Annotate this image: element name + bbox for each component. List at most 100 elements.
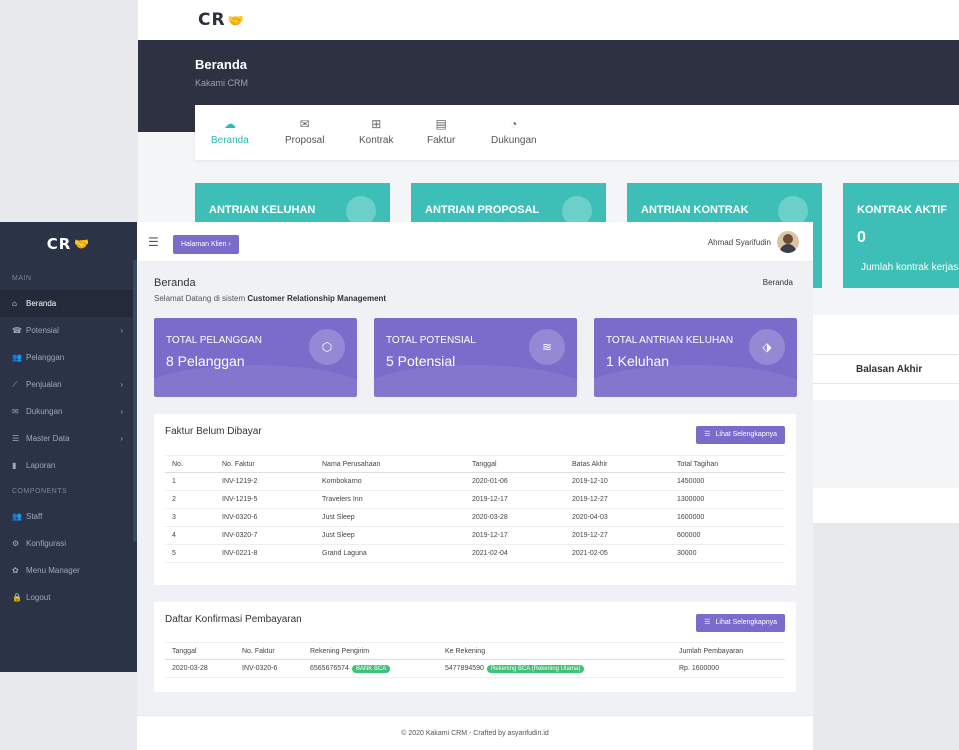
- sidebar-item-laporan[interactable]: ▮ Laporan: [0, 452, 137, 479]
- column-header: Jumlah Pembayaran: [672, 642, 785, 660]
- layers-icon: ≋: [529, 329, 565, 365]
- back-strip: [813, 488, 959, 523]
- view-more-invoices-button[interactable]: ☰ Lihat Selengkapnya: [696, 426, 785, 444]
- column-header: Total Tagihan: [670, 455, 785, 473]
- back-nav-kontrak[interactable]: ⊞ Kontrak: [359, 117, 393, 146]
- footer: © 2020 Kakami CRM - Crafted by asyarifud…: [137, 715, 813, 750]
- column-header: No. Faktur: [215, 455, 315, 473]
- table-cell: INV-0320-7: [215, 526, 315, 545]
- table-cell: 1: [165, 472, 215, 491]
- table-row[interactable]: 3 INV-0320-6 Just Sleep 2020-03-28 2020-04-0…: [165, 508, 785, 527]
- table-cell: 4: [165, 526, 215, 545]
- table-cell: 6565676574 BANK BCA: [303, 659, 438, 678]
- main-panel: ☰ Halaman Klien › Ahmad Syarifudin Beran…: [137, 222, 813, 750]
- lock-icon: 🔒: [12, 593, 22, 602]
- back-nav-faktur[interactable]: ▤ Faktur: [427, 117, 455, 146]
- contract-icon: ⊞: [371, 117, 382, 131]
- hamburger-menu-icon[interactable]: ☰: [148, 235, 159, 249]
- sidebar-item-beranda[interactable]: ⌂ Beranda: [0, 290, 137, 317]
- back-nav-beranda[interactable]: ☁ Beranda: [211, 117, 249, 146]
- sidebar-item-staff[interactable]: 👥 Staff: [0, 503, 137, 530]
- breadcrumb: Beranda: [762, 278, 793, 287]
- chevron-right-icon: ›: [120, 434, 123, 443]
- list-icon: ☰: [704, 619, 711, 626]
- chevron-right-icon: ›: [120, 407, 123, 416]
- table-cell: 1300000: [670, 490, 785, 509]
- column-header: Tanggal: [165, 642, 235, 660]
- table-row[interactable]: 4 INV-0320-7 Just Sleep 2019-12-17 2019-12-2…: [165, 526, 785, 545]
- table-row[interactable]: 2 INV-1219-5 Travelers Inn 2019-12-17 2019-1…: [165, 490, 785, 509]
- column-header: Nama Perusahaan: [315, 455, 465, 473]
- sidebar-section-components: COMPONENTS: [12, 488, 68, 495]
- table-row[interactable]: 2020-03-28 INV-0320-6 6565676574 BANK BCA 54…: [165, 659, 785, 678]
- phone-icon: ☎: [12, 326, 22, 335]
- table-row[interactable]: 5 INV-0221-8 Grand Laguna 2021-02-04 2021-02…: [165, 544, 785, 563]
- table-cell: 2020-03-28: [465, 508, 565, 527]
- sidebar-item-label: Logout: [26, 593, 51, 602]
- sidebar-item-penjualan[interactable]: ⟋ Penjualan ›: [0, 371, 137, 398]
- user-name[interactable]: Ahmad Syarifudin: [708, 238, 771, 247]
- gear-icon: ✿: [12, 566, 19, 575]
- stat-total-keluhan: TOTAL ANTRIAN KELUHAN 1 Keluhan ⬗: [594, 318, 797, 397]
- table-cell: Just Sleep: [315, 526, 465, 545]
- table-cell: 5: [165, 544, 215, 563]
- table-cell: INV-1219-5: [215, 490, 315, 509]
- sidebar-item-master-data[interactable]: ☰ Master Data ›: [0, 425, 137, 452]
- sidebar-item-potensial[interactable]: ☎ Potensial ›: [0, 317, 137, 344]
- avatar[interactable]: [777, 231, 799, 253]
- sidebar-item-menu-manager[interactable]: ✿ Menu Manager: [0, 557, 137, 584]
- table-cell: 600000: [670, 526, 785, 545]
- column-header: Batas Akhir: [565, 455, 670, 473]
- sidebar-item-logout[interactable]: 🔒 Logout: [0, 584, 137, 611]
- users-icon: 👥: [12, 353, 22, 362]
- sidebar-item-label: Beranda: [26, 299, 57, 308]
- table-cell: INV-0320-6: [235, 659, 303, 678]
- handshake-icon: 🤝: [74, 237, 91, 251]
- column-header: Ke Rekening: [438, 642, 672, 660]
- mail-icon: ✉: [12, 407, 19, 416]
- table-cell: Kombokarno: [315, 472, 465, 491]
- table-cell: 5477894590 Rekening BCA (Rekening Utama): [438, 659, 672, 678]
- table-cell: 2020-03-28: [165, 659, 235, 678]
- unpaid-invoices-panel: Faktur Belum Dibayar ☰ Lihat Selengkapnya…: [154, 414, 796, 585]
- bank-badge: Rekening BCA (Rekening Utama): [486, 664, 585, 673]
- view-more-payments-button[interactable]: ☰ Lihat Selengkapnya: [696, 614, 785, 632]
- sidebar-item-label: Penjualan: [26, 380, 62, 389]
- back-card-kontrak-aktif: KONTRAK AKTIF 0 Jumlah kontrak kerjasa: [843, 183, 959, 288]
- sidebar-item-label: Master Data: [26, 434, 70, 443]
- staff-icon: 👥: [12, 512, 22, 521]
- support-icon: ◔: [510, 117, 518, 131]
- back-hero-subtitle: Kakami CRM: [195, 78, 249, 88]
- back-nav-dukungan[interactable]: ◔ Dukungan: [491, 117, 537, 146]
- sidebar-item-label: Laporan: [26, 461, 56, 470]
- column-header: Rekening Pengirim: [303, 642, 438, 660]
- back-nav: ☁ Beranda ✉ Proposal ⊞ Kontrak ▤ Faktur ◔ Duk…: [195, 105, 959, 160]
- table-cell: 2021-02-05: [565, 544, 670, 563]
- sidebar-item-pelanggan[interactable]: 👥 Pelanggan: [0, 344, 137, 371]
- bar-chart-icon: ▮: [12, 461, 17, 470]
- tag-icon: ⬗: [749, 329, 785, 365]
- table-cell: Travelers Inn: [315, 490, 465, 509]
- sidebar-logo[interactable]: CR 🤝: [0, 222, 137, 266]
- client-page-button[interactable]: Halaman Klien ›: [173, 235, 239, 254]
- sidebar-item-label: Potensial: [26, 326, 59, 335]
- user-cog-icon: ⚙: [12, 539, 20, 548]
- table-cell: 2019-12-27: [565, 490, 670, 509]
- chevron-right-icon: ›: [120, 380, 123, 389]
- payment-confirmations-title: Daftar Konfirmasi Pembayaran: [165, 614, 302, 625]
- sidebar-item-label: Menu Manager: [26, 566, 80, 575]
- chevron-right-icon: ›: [120, 326, 123, 335]
- table-row[interactable]: 1 INV-1219-2 Kombokarno 2020-01-06 2019-12-1…: [165, 472, 785, 491]
- sidebar-item-dukungan[interactable]: ✉ Dukungan ›: [0, 398, 137, 425]
- chart-line-icon: ⟋: [12, 379, 18, 389]
- invoice-icon: ▤: [435, 117, 447, 131]
- sidebar-section-main: MAIN: [12, 275, 32, 282]
- column-header: Tanggal: [465, 455, 565, 473]
- sidebar: CR 🤝 MAIN ⌂ Beranda ☎ Potensial › 👥 Pelanggan ⟋ P…: [0, 222, 137, 672]
- sidebar-item-konfigurasi[interactable]: ⚙ Konfigurasi: [0, 530, 137, 557]
- column-header: No. Faktur: [235, 642, 303, 660]
- stat-total-potensial: TOTAL POTENSIAL 5 Potensial ≋: [374, 318, 577, 397]
- back-nav-proposal[interactable]: ✉ Proposal: [285, 117, 324, 146]
- table-cell: 1450000: [670, 472, 785, 491]
- bank-badge: BANK BCA: [351, 664, 391, 673]
